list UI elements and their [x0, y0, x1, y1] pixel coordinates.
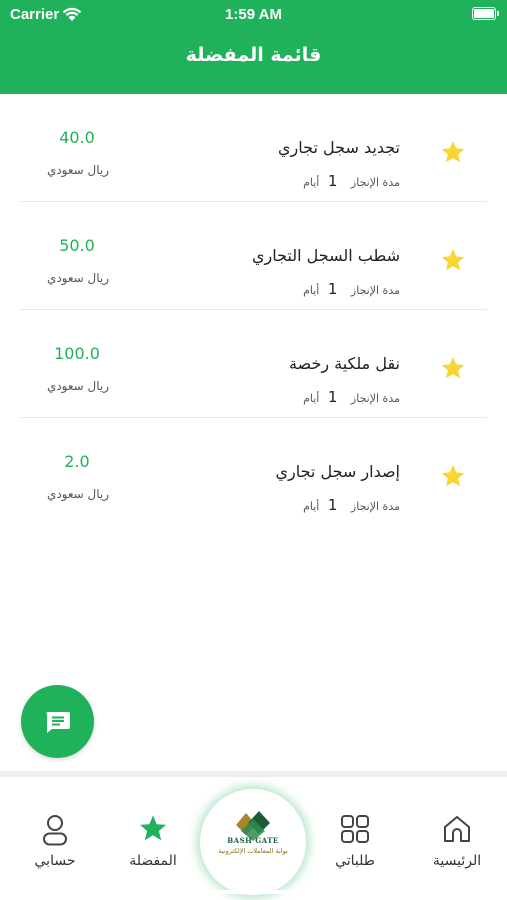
duration-label: مدة الإنجاز	[350, 500, 400, 513]
currency-label: ريال سعودي	[46, 163, 110, 177]
currency-label: ريال سعودي	[46, 379, 110, 393]
currency-label: ريال سعودي	[46, 487, 110, 501]
duration-unit: أيام	[303, 500, 320, 513]
service-price: 50.0	[59, 236, 95, 255]
duration-info: مدة الإنجاز 1 أيام	[303, 280, 400, 298]
duration-label: مدة الإنجاز	[350, 392, 400, 405]
favorite-row[interactable]: نقل ملكية رخصة مدة الإنجاز 1 أيام 100.0 …	[0, 310, 507, 418]
duration-unit: أيام	[303, 392, 320, 405]
currency-label: ريال سعودي	[46, 271, 110, 285]
status-time: 1:59 AM	[225, 6, 282, 23]
tab-requests[interactable]: طلباتي	[310, 777, 400, 877]
duration-value: 1	[327, 388, 338, 406]
star-icon[interactable]	[440, 355, 466, 381]
tab-account[interactable]: حسابي	[10, 777, 100, 877]
duration-label: مدة الإنجاز	[350, 284, 400, 297]
tab-favorites[interactable]: المفضلة	[108, 777, 198, 877]
service-price: 2.0	[64, 452, 90, 471]
duration-unit: أيام	[303, 176, 320, 189]
grid-icon	[341, 815, 369, 843]
header-bar: Carrier 1:59 AM قائمة المفضلة	[0, 0, 507, 94]
tab-label: المفضلة	[129, 853, 177, 869]
duration-value: 1	[327, 172, 338, 190]
tab-label: حسابي	[34, 853, 76, 869]
tab-home[interactable]: الرئيسية	[412, 777, 502, 877]
battery-tip	[497, 11, 499, 16]
duration-label: مدة الإنجاز	[350, 176, 400, 189]
service-price: 100.0	[54, 344, 100, 363]
favorite-row[interactable]: إصدار سجل تجاري مدة الإنجاز 1 أيام 2.0 ر…	[0, 418, 507, 526]
page-title: قائمة المفضلة	[185, 44, 322, 66]
duration-info: مدة الإنجاز 1 أيام	[303, 388, 400, 406]
favorite-row[interactable]: تجديد سجل تجاري مدة الإنجاز 1 أيام 40.0 …	[0, 94, 507, 202]
star-icon	[140, 815, 166, 841]
message-icon	[46, 711, 70, 733]
home-indicator	[186, 890, 321, 894]
favorite-row[interactable]: شطب السجل التجاري مدة الإنجاز 1 أيام 50.…	[0, 202, 507, 310]
star-icon[interactable]	[440, 463, 466, 489]
center-logo-button[interactable]: BASH GATE بوابة المعاملات الإلكترونية	[200, 789, 306, 895]
favorites-list: تجديد سجل تجاري مدة الإنجاز 1 أيام 40.0 …	[0, 94, 507, 526]
status-bar: Carrier 1:59 AM	[0, 0, 507, 30]
star-icon[interactable]	[440, 139, 466, 165]
duration-value: 1	[327, 496, 338, 514]
duration-value: 1	[327, 280, 338, 298]
service-title: شطب السجل التجاري	[251, 246, 400, 265]
duration-unit: أيام	[303, 284, 320, 297]
star-icon[interactable]	[440, 247, 466, 273]
person-icon	[43, 815, 67, 846]
home-icon	[444, 816, 470, 842]
logo-text-en: BASH GATE	[227, 836, 279, 845]
service-price: 40.0	[59, 128, 95, 147]
battery-icon	[472, 7, 496, 20]
chat-fab-button[interactable]	[21, 685, 94, 758]
service-title: نقل ملكية رخصة	[288, 354, 400, 373]
tab-label: الرئيسية	[432, 853, 482, 869]
logo-text-ar: بوابة المعاملات الإلكترونية	[218, 847, 288, 855]
service-title: إصدار سجل تجاري	[275, 462, 400, 481]
duration-info: مدة الإنجاز 1 أيام	[303, 172, 400, 190]
duration-info: مدة الإنجاز 1 أيام	[303, 496, 400, 514]
tab-label: طلباتي	[335, 853, 375, 869]
service-title: تجديد سجل تجاري	[278, 138, 400, 157]
